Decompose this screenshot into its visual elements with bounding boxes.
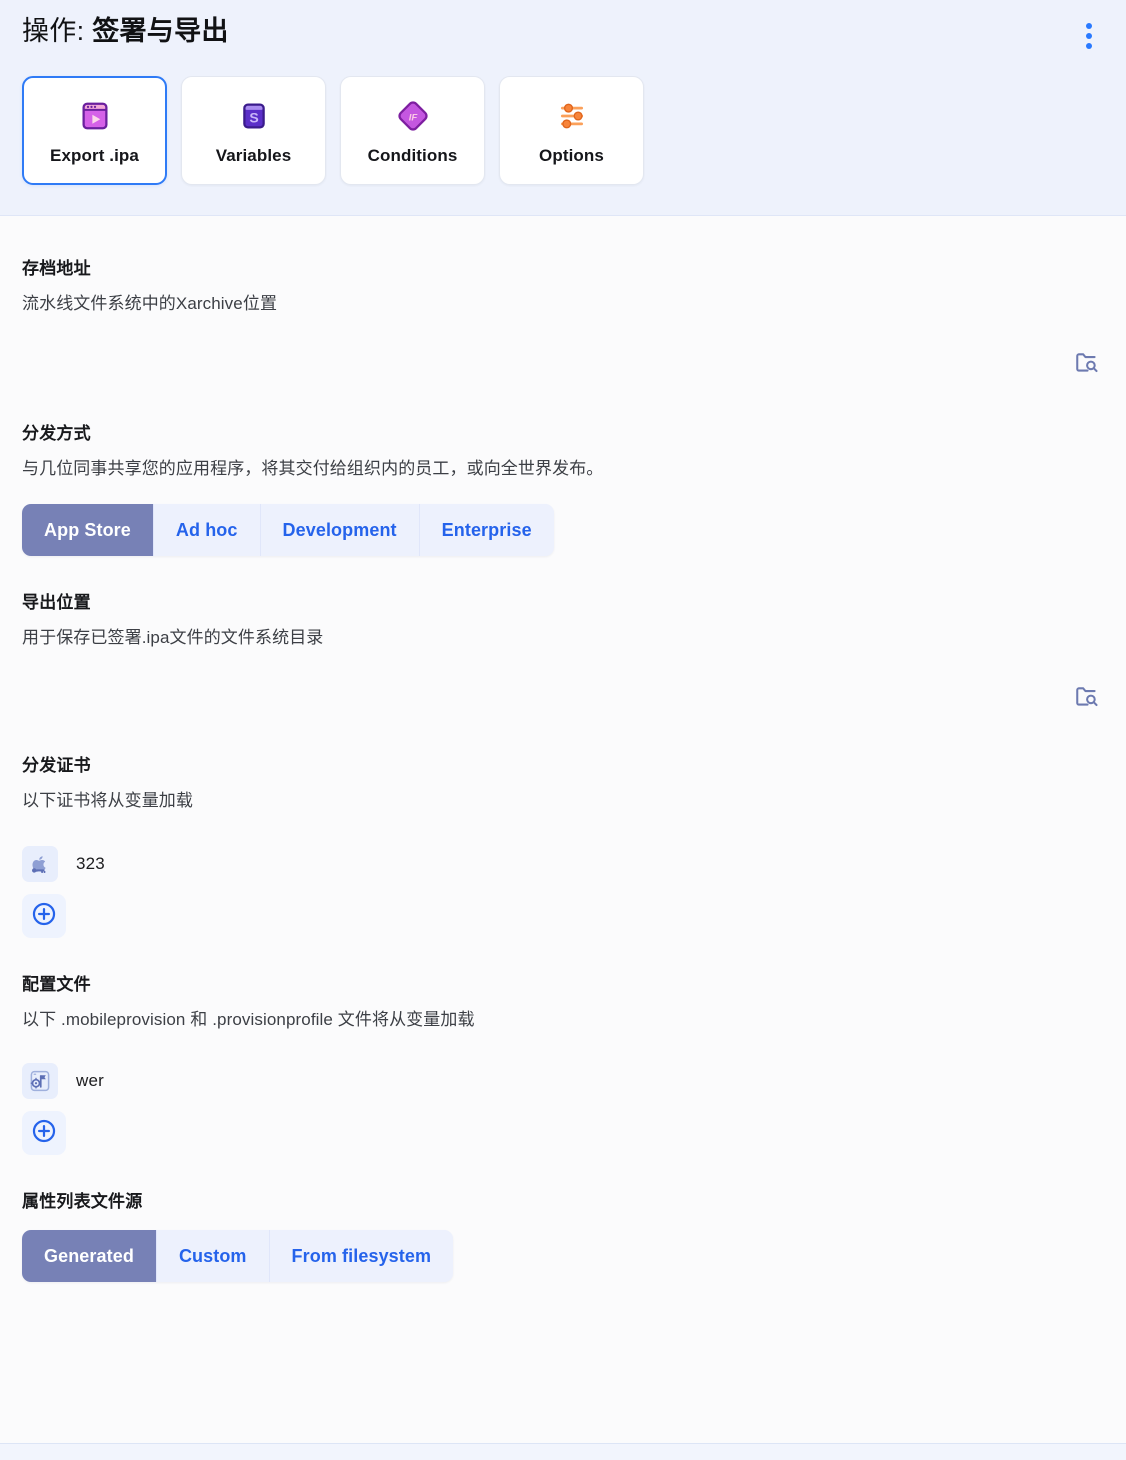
plus-circle-icon: [30, 900, 58, 933]
profiles-description: 以下 .mobileprovision 和 .provisionprofile …: [22, 1010, 475, 1029]
certificate-list-item[interactable]: 323: [22, 846, 1104, 882]
segment-enterprise[interactable]: Enterprise: [419, 504, 554, 556]
segment-app-store[interactable]: App Store: [22, 504, 154, 556]
segment-generated[interactable]: Generated: [22, 1230, 157, 1282]
tab-label: Conditions: [367, 146, 458, 165]
conditions-if-icon: IF: [392, 95, 434, 137]
segment-from-filesystem[interactable]: From filesystem: [269, 1230, 454, 1282]
variables-icon: S: [233, 95, 275, 137]
export-ipa-icon: [74, 95, 116, 137]
export-location-title: 导出位置: [22, 593, 91, 612]
distribution-title: 分发方式: [22, 424, 91, 443]
plist-source-title: 属性列表文件源: [22, 1192, 143, 1211]
certificate-name: 323: [76, 854, 105, 873]
profile-list-item[interactable]: wer: [22, 1063, 1104, 1099]
tab-variables[interactable]: S Variables: [181, 76, 326, 185]
archive-path-input[interactable]: [22, 347, 1058, 383]
settings-content: 存档地址 流水线文件系统中的Xarchive位置 分发方式 与几位同事共享您的应…: [0, 216, 1126, 1282]
profiles-title: 配置文件: [22, 975, 91, 994]
archive-browse-button[interactable]: [1070, 348, 1104, 382]
section-certificates: 分发证书 以下证书将从变量加载 323: [22, 717, 1104, 938]
action-header: 操作: 签署与导出 Export .ipa S Variables IF Con…: [0, 0, 1126, 216]
svg-text:IF: IF: [408, 112, 418, 123]
footer-bar: [0, 1443, 1126, 1460]
section-archive: 存档地址 流水线文件系统中的Xarchive位置: [22, 216, 1104, 383]
tab-label: Variables: [215, 146, 292, 165]
kebab-dot-3: [1086, 43, 1092, 49]
segment-development[interactable]: Development: [260, 504, 420, 556]
plist-source-segmented-control: Generated Custom From filesystem: [22, 1230, 454, 1282]
segment-custom[interactable]: Custom: [156, 1230, 270, 1282]
tab-label: Options: [539, 146, 604, 165]
page-title-prefix: 操作:: [22, 16, 93, 46]
kebab-dot-2: [1086, 33, 1092, 39]
action-tabs: Export .ipa S Variables IF Conditions Op…: [0, 54, 1126, 215]
archive-description: 流水线文件系统中的Xarchive位置: [22, 294, 278, 313]
export-location-field-row: [22, 681, 1104, 717]
tab-conditions[interactable]: IF Conditions: [340, 76, 485, 185]
export-location-input[interactable]: [22, 681, 1058, 717]
certificates-description: 以下证书将从变量加载: [22, 791, 193, 810]
folder-search-icon: [1074, 350, 1100, 381]
kebab-menu-icon[interactable]: [1074, 18, 1104, 54]
apple-certificate-key-icon: [22, 846, 58, 882]
header-title-row: 操作: 签署与导出: [0, 0, 1126, 54]
add-certificate-button[interactable]: [22, 894, 66, 938]
tab-label: Export .ipa: [50, 146, 139, 165]
distribution-segmented-control: App Store Ad hoc Development Enterprise: [22, 504, 554, 556]
distribution-description: 与几位同事共享您的应用程序，将其交付给组织内的员工，或向全世界发布。: [22, 459, 604, 478]
tab-export-ipa[interactable]: Export .ipa: [22, 76, 167, 185]
add-profile-button[interactable]: [22, 1111, 66, 1155]
profile-name: wer: [76, 1071, 104, 1090]
folder-search-icon: [1074, 684, 1100, 715]
svg-text:S: S: [249, 110, 258, 126]
archive-field-row: [22, 347, 1104, 383]
segment-ad-hoc[interactable]: Ad hoc: [153, 504, 261, 556]
export-location-description: 用于保存已签署.ipa文件的文件系统目录: [22, 628, 324, 647]
section-distribution: 分发方式 与几位同事共享您的应用程序，将其交付给组织内的员工，或向全世界发布。 …: [22, 383, 1104, 556]
section-plist-source: 属性列表文件源 Generated Custom From filesystem: [22, 1155, 1104, 1282]
kebab-dot-1: [1086, 23, 1092, 29]
section-profiles: 配置文件 以下 .mobileprovision 和 .provisionpro…: [22, 938, 1104, 1155]
page-title-main: 签署与导出: [92, 16, 229, 46]
export-location-browse-button[interactable]: [1070, 682, 1104, 716]
certificates-title: 分发证书: [22, 756, 91, 775]
archive-title: 存档地址: [22, 259, 91, 278]
options-sliders-icon: [551, 95, 593, 137]
tab-options[interactable]: Options: [499, 76, 644, 185]
plus-circle-icon: [30, 1117, 58, 1150]
page-title: 操作: 签署与导出: [22, 12, 229, 50]
provisioning-profile-icon: [22, 1063, 58, 1099]
section-export-location: 导出位置 用于保存已签署.ipa文件的文件系统目录: [22, 556, 1104, 717]
